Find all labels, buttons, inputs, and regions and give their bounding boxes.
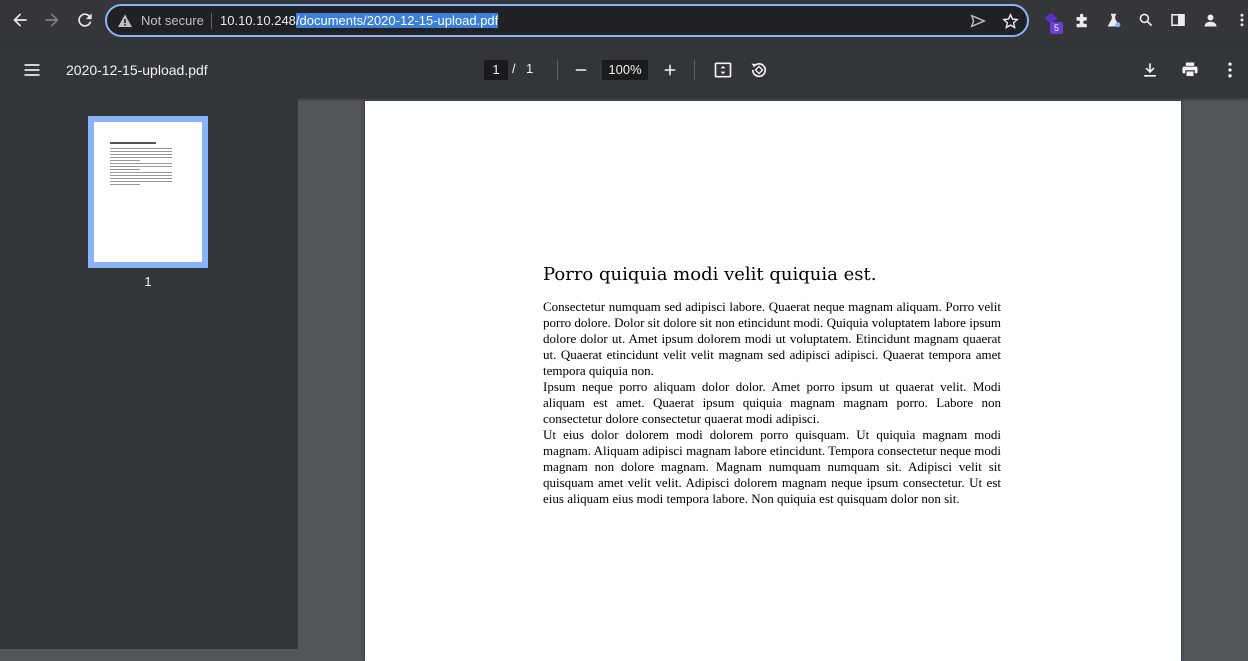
side-panel-icon[interactable] <box>1168 10 1188 30</box>
browser-toolbar: Not secure 10.10.10.248/documents/2020-1… <box>0 0 1248 41</box>
warning-icon[interactable] <box>117 13 133 29</box>
address-bar[interactable]: Not secure 10.10.10.248/documents/2020-1… <box>105 4 1029 37</box>
paragraph: Ut eius dolor dolorem modi dolorem porro… <box>543 427 1001 506</box>
page-separator: / <box>512 61 516 76</box>
hamburger-menu-icon[interactable] <box>20 58 44 82</box>
page-thumbnail[interactable] <box>88 116 208 268</box>
extensions-puzzle-icon[interactable] <box>1072 10 1092 30</box>
send-tab-icon[interactable] <box>969 12 987 30</box>
rotate-icon[interactable] <box>747 58 771 82</box>
thumbnail-page-label: 1 <box>144 274 152 289</box>
more-options-kebab-icon[interactable] <box>1218 58 1242 82</box>
document-heading: Porro quiquia modi velit quiquia est. <box>543 264 877 285</box>
search-icon[interactable] <box>1136 10 1156 30</box>
browser-menu-kebab-icon[interactable] <box>1232 10 1248 30</box>
url-path-selected: /documents/2020-12-15-upload.pdf <box>295 13 499 28</box>
toolbar-divider <box>557 60 558 80</box>
pdf-page: Porro quiquia modi velit quiquia est. Co… <box>365 101 1181 661</box>
back-arrow-icon[interactable] <box>8 8 32 32</box>
document-body: Consectetur numquam sed adipisci labore.… <box>543 299 1001 507</box>
profile-avatar-icon[interactable] <box>1200 10 1220 30</box>
toolbar-divider <box>694 60 695 80</box>
reload-icon[interactable] <box>73 8 97 32</box>
page-number-input[interactable]: 1 <box>484 60 508 80</box>
url-host: 10.10.10.248 <box>220 13 296 28</box>
forward-arrow-icon[interactable] <box>40 8 64 32</box>
pdf-toolbar: 2020-12-15-upload.pdf 1 / 1 100% <box>0 41 1248 98</box>
omnibox-divider <box>211 13 212 29</box>
extension-badge: 5 <box>1050 22 1063 34</box>
zoom-level-input[interactable]: 100% <box>602 60 648 80</box>
paragraph: Ipsum neque porro aliquam dolor dolor. A… <box>543 379 1001 426</box>
bookmark-star-icon[interactable] <box>1001 12 1019 30</box>
url-text[interactable]: 10.10.10.248/documents/2020-12-15-upload… <box>220 12 499 29</box>
document-title: 2020-12-15-upload.pdf <box>66 62 208 78</box>
security-label[interactable]: Not secure <box>141 13 204 29</box>
fit-to-page-icon[interactable] <box>711 58 735 82</box>
lab-flask-icon[interactable] <box>1103 10 1123 30</box>
print-icon[interactable] <box>1178 58 1202 82</box>
zoom-out-icon[interactable] <box>569 58 593 82</box>
paragraph: Consectetur numquam sed adipisci labore.… <box>543 299 1001 378</box>
zoom-in-icon[interactable] <box>658 58 682 82</box>
download-icon[interactable] <box>1138 58 1162 82</box>
page-total: 1 <box>526 61 534 76</box>
thumbnail-sidebar: 1 <box>0 98 298 649</box>
thumbnail-preview <box>110 142 174 187</box>
